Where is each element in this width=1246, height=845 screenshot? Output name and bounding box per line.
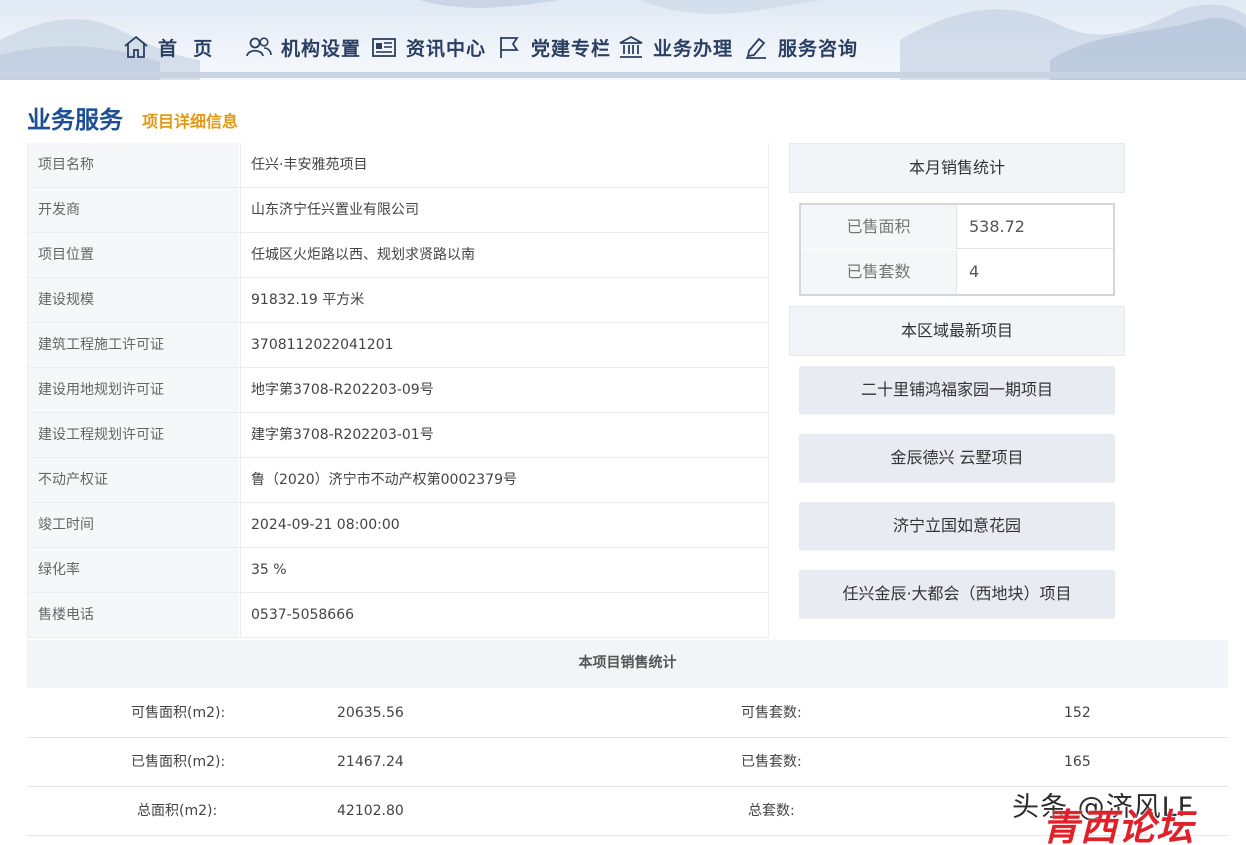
nav-label: 业务办理 xyxy=(653,37,734,60)
monthly-stat-key: 已售套数 xyxy=(801,250,957,294)
stat-label: 已售面积(m2): xyxy=(131,754,226,770)
users-icon xyxy=(246,37,272,57)
stat-label: 可售面积(m2): xyxy=(131,705,226,721)
detail-key: 建筑工程施工许可证 xyxy=(28,323,239,367)
nav-label: 首 页 xyxy=(158,37,214,60)
detail-value: 2024-09-21 08:00:00 xyxy=(240,503,768,547)
stat-value: 20635.56 xyxy=(337,705,404,721)
detail-key: 建设工程规划许可证 xyxy=(28,413,239,457)
project-stats-row: 已售面积(m2): 21467.24 已售套数: 165 xyxy=(27,738,1228,787)
section-subtitle: 项目详细信息 xyxy=(142,112,239,131)
stat-value: 152 xyxy=(1064,705,1091,721)
region-project-link[interactable]: 济宁立国如意花园 xyxy=(799,502,1115,550)
stat-value: 42102.80 xyxy=(337,803,404,819)
detail-value: 3708112022041201 xyxy=(240,323,768,367)
section-title: 业务服务 xyxy=(27,106,123,134)
watermark-logo-text: 青西论坛 xyxy=(1042,806,1194,845)
detail-row: 不动产权证 鲁（2020）济宁市不动产权第0002379号 xyxy=(28,458,768,503)
flag-icon xyxy=(500,37,519,58)
detail-value: 任城区火炬路以西、规划求贤路以南 xyxy=(240,233,768,277)
detail-key: 项目名称 xyxy=(28,143,239,187)
detail-row: 建设工程规划许可证 建字第3708-R202203-01号 xyxy=(28,413,768,458)
detail-key: 建设规模 xyxy=(28,278,239,322)
nav-item-consult[interactable]: 服务咨询 xyxy=(742,32,858,62)
edit-icon xyxy=(746,37,766,59)
stat-label: 已售套数: xyxy=(741,754,802,770)
monthly-stat-key: 已售面积 xyxy=(801,205,957,249)
monthly-stats-table: 已售面积 538.72 已售套数 4 xyxy=(799,203,1115,296)
nav-item-business[interactable]: 业务办理 xyxy=(617,32,733,62)
monthly-stat-row: 已售套数 4 xyxy=(801,250,1113,294)
stat-label: 总套数: xyxy=(748,803,795,819)
nav-item-organization[interactable]: 机构设置 xyxy=(245,32,361,62)
detail-value: 鲁（2020）济宁市不动产权第0002379号 xyxy=(240,458,768,502)
project-stats-row: 可售面积(m2): 20635.56 可售套数: 152 xyxy=(27,689,1228,738)
detail-row: 开发商 山东济宁任兴置业有限公司 xyxy=(28,188,768,233)
monthly-stat-value: 538.72 xyxy=(969,217,1025,236)
detail-value: 山东济宁任兴置业有限公司 xyxy=(240,188,768,232)
detail-key: 竣工时间 xyxy=(28,503,239,547)
detail-row: 项目位置 任城区火炬路以西、规划求贤路以南 xyxy=(28,233,768,278)
detail-value: 35 % xyxy=(240,548,768,592)
detail-key: 建设用地规划许可证 xyxy=(28,368,239,412)
region-projects-header: 本区域最新项目 xyxy=(789,306,1125,356)
detail-row: 绿化率 35 % xyxy=(28,548,768,593)
project-detail-table: 项目名称 任兴·丰安雅苑项目 开发商 山东济宁任兴置业有限公司 项目位置 任城区… xyxy=(27,143,769,638)
stat-value: 21467.24 xyxy=(337,754,404,770)
nav-label: 党建专栏 xyxy=(531,37,612,60)
detail-value: 任兴·丰安雅苑项目 xyxy=(240,143,768,187)
detail-row: 建设规模 91832.19 平方米 xyxy=(28,278,768,323)
detail-key: 不动产权证 xyxy=(28,458,239,502)
monthly-stats-header: 本月销售统计 xyxy=(789,143,1125,193)
detail-row: 建筑工程施工许可证 3708112022041201 xyxy=(28,323,768,368)
region-project-link[interactable]: 金辰德兴 云墅项目 xyxy=(799,434,1115,482)
header-underline xyxy=(0,72,1246,78)
app-root: 首 页 机构设置 资讯中心 党建专栏 业务办理 服务咨询 业务服务 项目详细信息… xyxy=(0,0,1246,845)
region-project-link[interactable]: 二十里铺鸿福家园一期项目 xyxy=(799,366,1115,414)
detail-key: 项目位置 xyxy=(28,233,239,277)
nav-label: 服务咨询 xyxy=(778,37,859,60)
region-project-link[interactable]: 任兴金辰·大都会（西地块）项目 xyxy=(799,570,1115,618)
stat-label: 总面积(m2): xyxy=(137,803,218,819)
detail-row: 售楼电话 0537-5058666 xyxy=(28,593,768,638)
home-icon xyxy=(124,35,148,58)
bank-icon xyxy=(619,35,643,58)
stat-label: 可售套数: xyxy=(741,705,802,721)
detail-row: 项目名称 任兴·丰安雅苑项目 xyxy=(28,143,768,188)
detail-value: 地字第3708-R202203-09号 xyxy=(240,368,768,412)
nav-label: 资讯中心 xyxy=(406,37,487,60)
nav-item-party[interactable]: 党建专栏 xyxy=(495,32,611,62)
detail-value: 91832.19 平方米 xyxy=(240,278,768,322)
monthly-stat-value: 4 xyxy=(969,262,980,281)
detail-row: 竣工时间 2024-09-21 08:00:00 xyxy=(28,503,768,548)
detail-value: 0537-5058666 xyxy=(240,593,768,637)
detail-value: 建字第3708-R202203-01号 xyxy=(240,413,768,457)
nav-item-home[interactable]: 首 页 xyxy=(122,32,213,62)
detail-key: 售楼电话 xyxy=(28,593,239,637)
stat-value: 165 xyxy=(1064,754,1091,770)
news-icon xyxy=(372,38,396,57)
project-stats-header: 本项目销售统计 xyxy=(27,640,1228,688)
detail-key: 开发商 xyxy=(28,188,239,232)
monthly-stat-row: 已售面积 538.72 xyxy=(801,205,1113,249)
detail-row: 建设用地规划许可证 地字第3708-R202203-09号 xyxy=(28,368,768,413)
nav-label: 机构设置 xyxy=(281,37,362,60)
nav-item-news[interactable]: 资讯中心 xyxy=(370,32,486,62)
detail-key: 绿化率 xyxy=(28,548,239,592)
